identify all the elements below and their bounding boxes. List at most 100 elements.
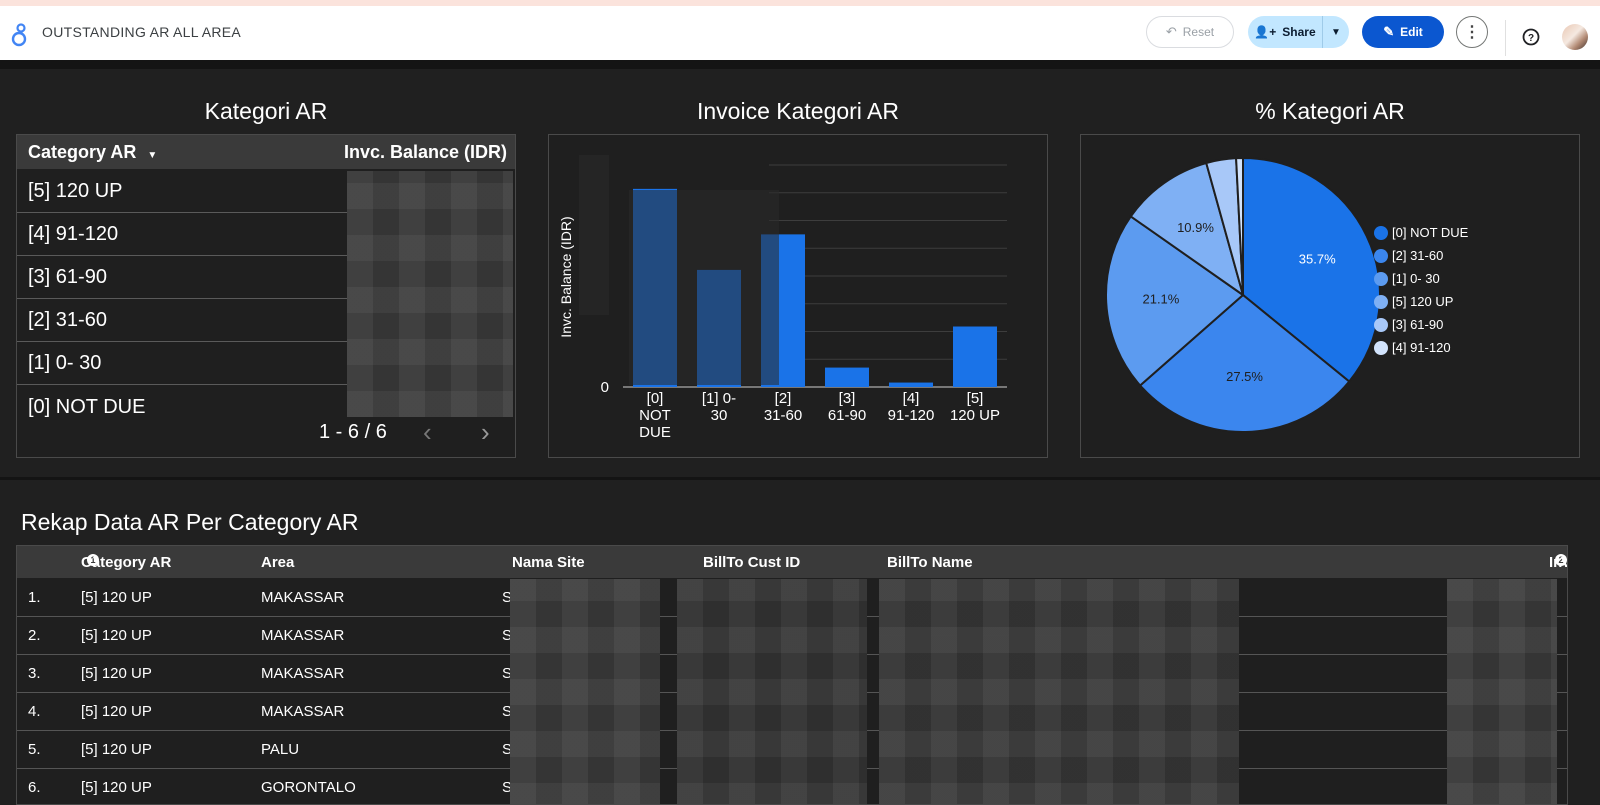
legend-item[interactable]: [0] NOT DUE (1374, 225, 1468, 240)
x-tick-label: [3] (839, 390, 856, 407)
pie-data-label: 10.9% (1177, 220, 1214, 235)
legend-swatch (1374, 340, 1388, 355)
row-category: [5] 120 UP (28, 180, 123, 202)
col-area-header[interactable]: Area (261, 554, 294, 571)
reset-label: Reset (1182, 25, 1215, 39)
col-nama-site-header[interactable]: Nama Site (512, 554, 585, 571)
more-vert-icon: ⋮ (1464, 24, 1480, 41)
next-page-icon[interactable]: › (481, 417, 490, 448)
svg-text:?: ? (1528, 33, 1534, 44)
kategori-table-title: Kategori AR (204, 98, 328, 124)
row-number: 5. (28, 741, 41, 758)
cell-category: [5] 120 UP (81, 665, 152, 682)
edit-button[interactable]: ✎ Edit (1362, 16, 1444, 48)
row-number: 1. (28, 589, 41, 606)
col-balance-header[interactable]: Invc. Balance (IDR) (344, 142, 507, 163)
bar[interactable] (825, 367, 869, 387)
redacted-site-column (510, 579, 660, 804)
legend-swatch (1374, 248, 1388, 263)
x-tick-label: NOT (639, 407, 671, 424)
table-row: [2] 31-60 (17, 300, 347, 342)
x-tick-label: DUE (639, 424, 671, 441)
legend-item[interactable]: [2] 31-60 (1374, 248, 1443, 263)
cell-area: PALU (261, 741, 300, 758)
legend-label: [2] 31-60 (1392, 248, 1444, 263)
kategori-table-header: Category AR ▼ Invc. Balance (IDR) (17, 135, 515, 169)
x-tick-label: 30 (711, 407, 728, 424)
row-category: [1] 0- 30 (28, 352, 102, 374)
cell-category: [5] 120 UP (81, 779, 152, 796)
cell-area: MAKASSAR (261, 665, 345, 682)
bar-chart-panel: 0 Invc. Balance (IDR) [0] NOT DUE [1] 0- 30 [2]… (548, 134, 1048, 458)
x-tick-label: 31-60 (764, 407, 802, 424)
header-divider (1505, 20, 1506, 56)
rekap-table-header: Category AR 1 ▼ Area Nama Site BillTo Cu… (17, 546, 1567, 578)
sort-desc-icon: ▼ (147, 149, 158, 161)
x-tick-label: 120 UP (950, 407, 1000, 424)
pie-chart-title: % Kategori AR (1255, 98, 1405, 124)
x-tick-label: [1] 0- (702, 390, 736, 407)
pencil-icon: ✎ (1383, 24, 1395, 39)
bar[interactable] (953, 326, 997, 387)
bar-chart-title: Invoice Kategori AR (696, 98, 899, 124)
col-category-header[interactable]: Category AR ▼ (28, 142, 157, 163)
x-tick-label: [0] (647, 390, 664, 407)
col-billto-id-header[interactable]: BillTo Cust ID (703, 554, 800, 571)
x-tick-label: [2] (775, 390, 792, 407)
row-number: 4. (28, 703, 41, 720)
x-tick-label: [4] (903, 390, 920, 407)
report-title: OUTSTANDING AR ALL AREA (42, 24, 242, 40)
redaction-block (579, 155, 609, 315)
legend-item[interactable]: [3] 61-90 (1374, 317, 1443, 332)
cell-area: MAKASSAR (261, 627, 345, 644)
prev-page-icon[interactable]: ‹ (423, 417, 432, 448)
y-axis-label: Invc. Balance (IDR) (558, 216, 574, 337)
looker-studio-logo-icon (11, 23, 27, 47)
row-category: [4] 91-120 (28, 223, 119, 245)
table-row: [5] 120 UP (17, 171, 347, 213)
redaction-block (629, 190, 779, 385)
cell-category: [5] 120 UP (81, 741, 152, 758)
cell-category: [5] 120 UP (81, 627, 152, 644)
more-options-button[interactable]: ⋮ (1456, 16, 1488, 48)
reset-button[interactable]: ↶ Reset (1146, 16, 1234, 48)
bar-chart: 0 Invc. Balance (IDR) [0]NOTDUE [1] 0-30 [2]… (558, 155, 1007, 441)
legend-swatch (1374, 271, 1388, 286)
row-number: 2. (28, 627, 41, 644)
col-billto-name-header[interactable]: BillTo Name (887, 554, 973, 571)
x-tick-label: 91-120 (888, 407, 935, 424)
table-row: [4] 91-120 (17, 214, 347, 256)
edit-label: Edit (1400, 25, 1423, 39)
legend-swatch (1374, 294, 1388, 309)
user-avatar[interactable] (1562, 24, 1588, 50)
app-header: OUTSTANDING AR ALL AREA ↶ Reset 👤+ Share… (0, 6, 1600, 61)
cell-category: [5] 120 UP (81, 589, 152, 606)
bar[interactable] (889, 382, 933, 387)
help-icon[interactable]: ? (1522, 28, 1540, 46)
share-dropdown-button[interactable]: ▼ (1322, 16, 1349, 48)
cell-category: [5] 120 UP (81, 703, 152, 720)
legend-item[interactable]: [5] 120 UP (1374, 294, 1453, 309)
redacted-balance-values (347, 171, 513, 417)
pagination-label: 1 - 6 / 6 (319, 421, 387, 443)
pie-chart-panel: 35.7% 27.5% 21.1% 10.9% [0] NOT DUE [2] 31-6… (1080, 134, 1580, 458)
legend-item[interactable]: [4] 91-120 (1374, 340, 1451, 355)
redacted-billto-id-column (677, 579, 867, 804)
share-button[interactable]: 👤+ Share (1248, 16, 1322, 48)
sort-icon: ▼ (1559, 554, 1568, 564)
cell-area: MAKASSAR (261, 589, 345, 606)
legend-label: [4] 91-120 (1392, 340, 1451, 355)
toolbar-shadow-band (0, 60, 1600, 69)
legend-label: [0] NOT DUE (1392, 225, 1469, 240)
kategori-table: Category AR ▼ Invc. Balance (IDR) [5] 12… (16, 134, 516, 458)
rekap-title: Rekap Data AR Per Category AR (21, 509, 359, 535)
cell-area: MAKASSAR (261, 703, 345, 720)
row-number: 3. (28, 665, 41, 682)
redacted-balance-column (1447, 579, 1557, 804)
y-tick-label: 0 (601, 379, 609, 396)
person-add-icon: 👤+ (1254, 25, 1277, 39)
undo-icon: ↶ (1165, 24, 1177, 39)
section-divider (0, 477, 1600, 480)
legend-item[interactable]: [1] 0- 30 (1374, 271, 1440, 286)
row-category: [2] 31-60 (28, 309, 107, 331)
